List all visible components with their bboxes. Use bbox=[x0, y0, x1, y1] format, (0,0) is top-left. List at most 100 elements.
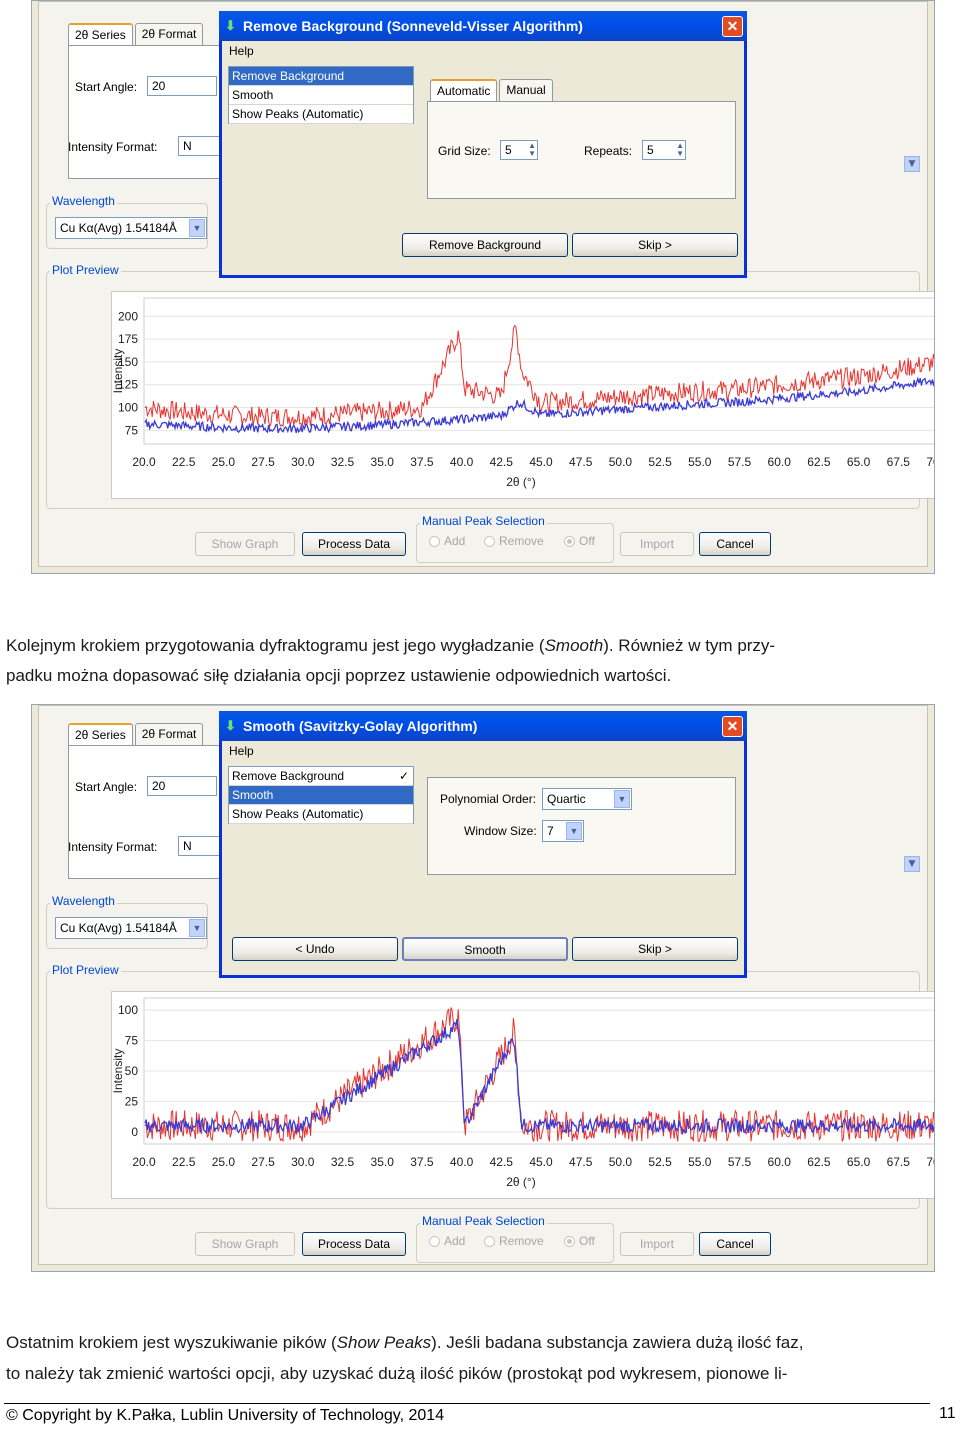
x-tick-label: 20.0 bbox=[132, 1155, 156, 1169]
y-tick-label: 50 bbox=[125, 1064, 139, 1078]
x-tick-label: 52.5 bbox=[648, 455, 672, 469]
radio-remove-label: Remove bbox=[499, 534, 544, 548]
spinner-arrows-icon[interactable]: ▲ ▼ bbox=[528, 142, 536, 158]
import-button[interactable]: Import bbox=[620, 532, 694, 556]
download-arrow-icon: ⬇ bbox=[225, 718, 236, 733]
x-tick-label: 45.0 bbox=[529, 455, 553, 469]
radio-off-label: Off bbox=[579, 1234, 595, 1248]
screenshot-remove-background: 2θ Series 2θ Format Start Angle: 20 Inte… bbox=[31, 0, 935, 574]
x-tick-label: 42.5 bbox=[490, 455, 514, 469]
window-size-select[interactable]: 7 ▼ bbox=[542, 820, 584, 842]
repeats-label: Repeats: bbox=[584, 144, 633, 158]
list-item[interactable]: Remove Background bbox=[229, 67, 413, 86]
scroll-down-icon[interactable]: ▼ bbox=[904, 156, 920, 172]
list-item[interactable]: Remove Background ✓ bbox=[229, 767, 413, 786]
x-tick-label: 40.0 bbox=[450, 1155, 474, 1169]
radio-add[interactable]: Add bbox=[429, 534, 465, 548]
radio-remove[interactable]: Remove bbox=[484, 534, 544, 548]
list-item[interactable]: Smooth bbox=[229, 86, 413, 105]
grid-size-spinner[interactable]: 5 ▲ ▼ bbox=[500, 140, 538, 160]
wavelength-title: Wavelength bbox=[50, 194, 117, 208]
x-tick-label: 50.0 bbox=[609, 455, 633, 469]
polynomial-order-label: Polynomial Order: bbox=[440, 792, 537, 806]
dialog-title-bar[interactable]: ⬇ Remove Background (Sonneveld-Visser Al… bbox=[219, 11, 747, 41]
radio-remove-dot bbox=[484, 535, 495, 547]
polynomial-order-select[interactable]: Quartic ▼ bbox=[542, 788, 632, 810]
tab-2theta-format[interactable]: 2θ Format bbox=[134, 723, 204, 745]
show-graph-button[interactable]: Show Graph bbox=[195, 1232, 295, 1256]
cancel-button[interactable]: Cancel bbox=[699, 532, 771, 556]
menu-help[interactable]: Help bbox=[222, 741, 744, 761]
tab-bar: 2θ Series 2θ Format bbox=[68, 23, 204, 45]
scroll-down-icon[interactable]: ▼ bbox=[904, 856, 920, 872]
wavelength-select[interactable]: Cu Kα(Avg) 1.54184Å ▼ bbox=[55, 217, 207, 239]
smooth-options-panel: Polynomial Order: Quartic ▼ Window Size:… bbox=[427, 777, 736, 875]
process-data-button[interactable]: Process Data bbox=[302, 532, 406, 556]
intensity-format-input[interactable]: N bbox=[178, 836, 222, 856]
x-axis-label: 2θ (°) bbox=[506, 1175, 535, 1189]
cancel-button[interactable]: Cancel bbox=[699, 1232, 771, 1256]
tab-2theta-series[interactable]: 2θ Series bbox=[68, 723, 133, 745]
y-tick-label: 100 bbox=[118, 401, 138, 415]
dialog-title: Smooth (Savitzky-Golay Algorithm) bbox=[243, 718, 478, 734]
wavelength-value: Cu Kα(Avg) 1.54184Å bbox=[60, 921, 177, 935]
tab-manual[interactable]: Manual bbox=[499, 79, 553, 101]
x-tick-label: 42.5 bbox=[490, 1155, 514, 1169]
list-item-label: Remove Background bbox=[232, 769, 345, 783]
menu-help[interactable]: Help bbox=[222, 41, 744, 61]
checkmark-icon: ✓ bbox=[398, 769, 409, 783]
x-tick-label: 45.0 bbox=[529, 1155, 553, 1169]
smooth-button[interactable]: Smooth bbox=[402, 937, 568, 961]
list-item[interactable]: Smooth bbox=[229, 786, 413, 805]
undo-button[interactable]: < Undo bbox=[232, 937, 398, 961]
start-angle-input[interactable]: 20 bbox=[147, 776, 217, 796]
text: Ostatnim krokiem jest wyszukiwanie pików… bbox=[6, 1333, 337, 1352]
skip-button[interactable]: Skip > bbox=[572, 233, 738, 257]
page-number: 11 bbox=[939, 1405, 956, 1422]
import-button[interactable]: Import bbox=[620, 1232, 694, 1256]
repeats-spinner[interactable]: 5 ▲ ▼ bbox=[642, 140, 686, 160]
radio-add-dot bbox=[429, 535, 440, 547]
x-tick-label: 30.0 bbox=[291, 455, 315, 469]
chevron-down-icon: ▼ bbox=[566, 822, 582, 840]
x-tick-label: 27.5 bbox=[251, 455, 275, 469]
x-tick-label: 47.5 bbox=[569, 1155, 593, 1169]
radio-off-label: Off bbox=[579, 534, 595, 548]
close-icon[interactable]: ✕ bbox=[722, 16, 743, 37]
radio-add-label: Add bbox=[444, 1234, 466, 1248]
radio-off[interactable]: Off bbox=[564, 1234, 595, 1248]
close-icon[interactable]: ✕ bbox=[722, 716, 743, 737]
x-tick-label: 35.0 bbox=[371, 1155, 395, 1169]
list-item[interactable]: Show Peaks (Automatic) bbox=[229, 105, 413, 124]
process-data-button[interactable]: Process Data bbox=[302, 1232, 406, 1256]
wavelength-select[interactable]: Cu Kα(Avg) 1.54184Å ▼ bbox=[55, 917, 207, 939]
window-size-value: 7 bbox=[547, 824, 554, 838]
x-tick-label: 70.0 bbox=[926, 1155, 935, 1169]
x-tick-label: 25.0 bbox=[212, 1155, 236, 1169]
grid-size-value: 5 bbox=[505, 143, 512, 157]
show-graph-button[interactable]: Show Graph bbox=[195, 532, 295, 556]
footer-copyright: © Copyright by K.Pałka, Lublin Universit… bbox=[6, 1407, 445, 1424]
x-tick-label: 22.5 bbox=[172, 455, 196, 469]
dialog-title-bar[interactable]: ⬇ Smooth (Savitzky-Golay Algorithm) ✕ bbox=[219, 711, 747, 741]
screenshot-smooth: 2θ Series 2θ Format Start Angle: 20 Inte… bbox=[31, 704, 935, 1272]
y-tick-label: 200 bbox=[118, 309, 138, 323]
x-tick-label: 50.0 bbox=[609, 1155, 633, 1169]
radio-add[interactable]: Add bbox=[429, 1234, 465, 1248]
spinner-arrows-icon[interactable]: ▲ ▼ bbox=[676, 142, 684, 158]
tab-2theta-series[interactable]: 2θ Series bbox=[68, 23, 133, 45]
radio-off[interactable]: Off bbox=[564, 534, 595, 548]
grid-size-label: Grid Size: bbox=[438, 144, 491, 158]
skip-button[interactable]: Skip > bbox=[572, 937, 738, 961]
tab-2theta-format[interactable]: 2θ Format bbox=[134, 23, 204, 45]
chevron-down-icon: ▼ bbox=[189, 219, 205, 237]
start-angle-input[interactable]: 20 bbox=[147, 76, 217, 96]
text: Kolejnym krokiem przygotowania dyfraktog… bbox=[6, 636, 545, 655]
radio-off-dot bbox=[564, 1235, 575, 1247]
list-item[interactable]: Show Peaks (Automatic) bbox=[229, 805, 413, 824]
radio-remove[interactable]: Remove bbox=[484, 1234, 544, 1248]
x-tick-label: 55.0 bbox=[688, 1155, 712, 1169]
tab-automatic[interactable]: Automatic bbox=[430, 79, 498, 101]
remove-background-button[interactable]: Remove Background bbox=[402, 233, 568, 257]
intensity-format-input[interactable]: N bbox=[178, 136, 222, 156]
